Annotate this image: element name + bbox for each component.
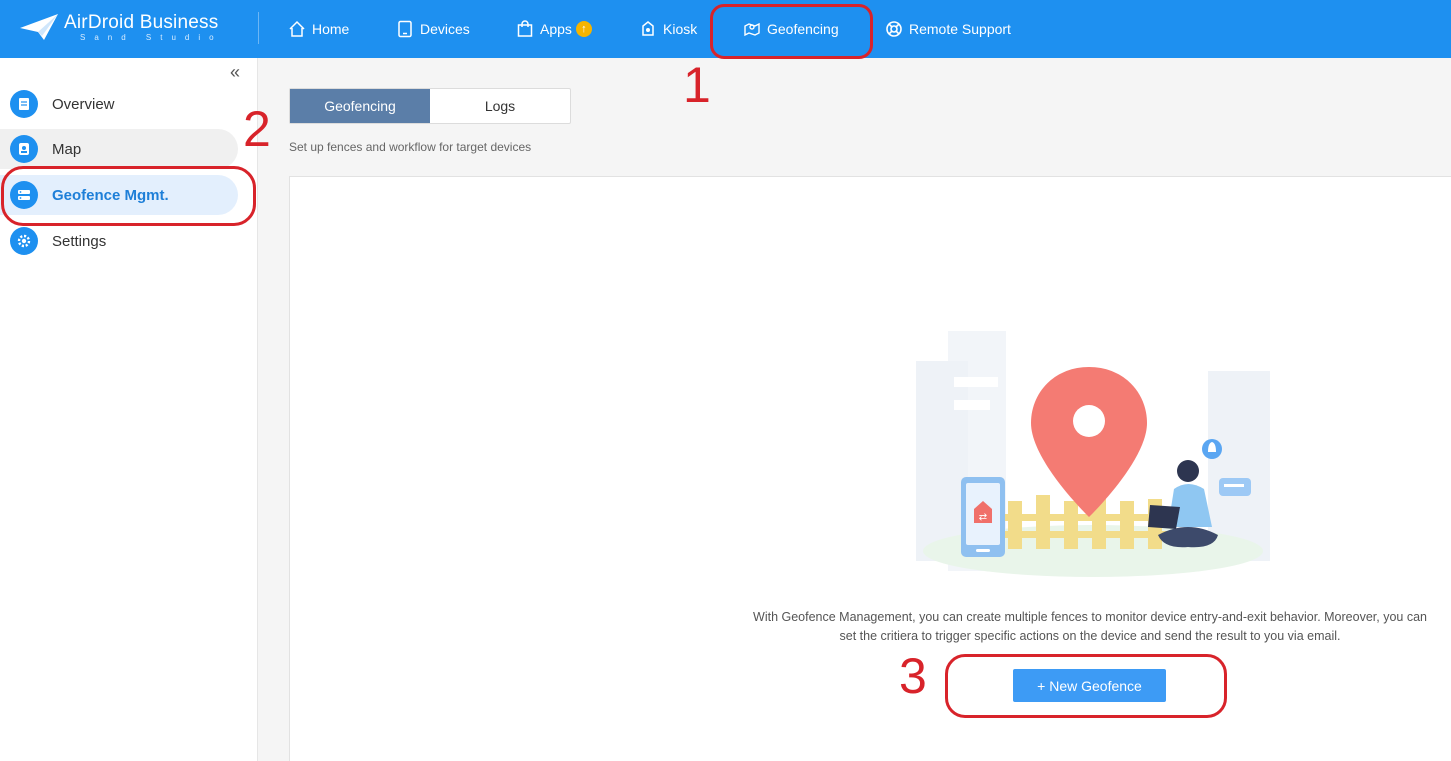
gear-icon (10, 227, 38, 255)
tablet-icon (398, 20, 412, 38)
annotation-highlight-geofencing-nav (710, 4, 873, 59)
sidebar-item-label: Settings (52, 232, 107, 250)
content-panel: ⇄ With Geofence Management, you can crea… (289, 176, 1451, 761)
sidebar-item-label: Overview (52, 95, 115, 113)
nav-kiosk[interactable]: Kiosk (639, 0, 697, 58)
nav-home-label: Home (312, 21, 350, 37)
document-icon (10, 90, 38, 118)
nav-apps[interactable]: Apps ↑ (516, 0, 592, 58)
sidebar-item-overview[interactable]: Overview (0, 84, 238, 124)
sidebar: « Overview Map Geofence Mgmt. Settings (0, 58, 258, 761)
svg-text:⇄: ⇄ (979, 512, 987, 523)
tab-geofencing[interactable]: Geofencing (290, 89, 430, 123)
header-divider (258, 12, 259, 44)
collapse-sidebar-icon[interactable]: « (230, 62, 240, 83)
annotation-number-1: 1 (683, 57, 711, 113)
nav-remote-support[interactable]: Remote Support (885, 0, 1011, 58)
logo-subtitle: Sand Studio (80, 33, 223, 42)
map-pin-icon (10, 135, 38, 163)
geofence-tabs: Geofencing Logs (289, 88, 571, 124)
lifebuoy-icon (886, 21, 902, 37)
sidebar-item-map[interactable]: Map (0, 129, 238, 169)
app-logo[interactable]: AirDroid Business Sand Studio (18, 10, 238, 46)
tab-logs[interactable]: Logs (430, 89, 570, 123)
logo-title: AirDroid Business (64, 12, 219, 33)
nav-kiosk-label: Kiosk (663, 21, 698, 37)
sidebar-item-label: Map (52, 140, 82, 158)
kiosk-icon (642, 21, 654, 36)
nav-apps-label: Apps (540, 21, 572, 37)
nav-remote-support-label: Remote Support (909, 21, 1011, 37)
home-icon (289, 20, 305, 37)
annotation-highlight-new-geofence (945, 654, 1227, 718)
nav-devices[interactable]: Devices (396, 0, 470, 58)
annotation-number-3: 3 (899, 648, 927, 704)
geofence-info-text: With Geofence Management, you can create… (753, 610, 1427, 643)
bag-icon (517, 20, 533, 37)
annotation-number-2: 2 (243, 101, 271, 157)
annotation-highlight-geofence-mgmt (1, 166, 256, 226)
nav-home[interactable]: Home (288, 0, 349, 58)
upgrade-badge: ↑ (575, 21, 592, 37)
nav-devices-label: Devices (420, 21, 470, 37)
geofence-illustration: ⇄ (916, 331, 1270, 577)
paper-plane-icon (20, 14, 58, 40)
page-description: Set up fences and workflow for target de… (289, 140, 532, 154)
sidebar-item-settings[interactable]: Settings (0, 221, 238, 261)
